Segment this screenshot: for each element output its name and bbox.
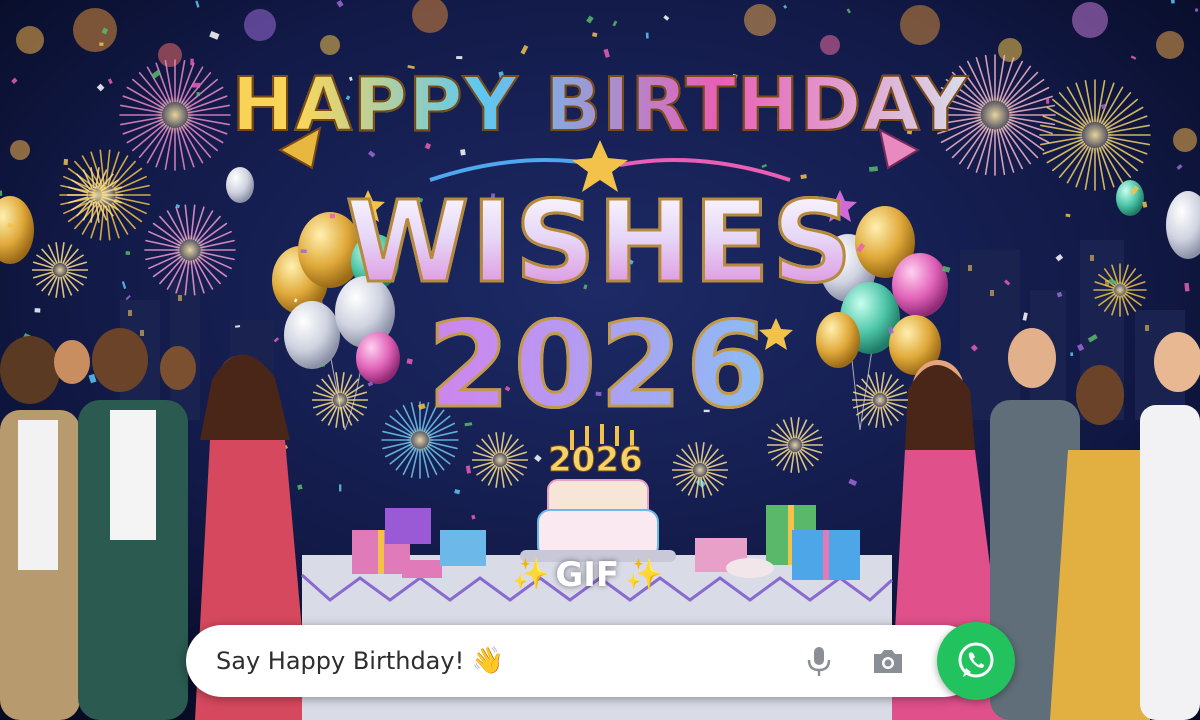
whatsapp-icon (958, 642, 994, 678)
whatsapp-send-button[interactable] (937, 622, 1015, 700)
waving-hand-emoji: 👋 (471, 646, 505, 676)
sparkle-icon: ✨ (512, 557, 550, 592)
message-input[interactable]: Say Happy Birthday! 👋 (216, 645, 836, 677)
gif-badge: ✨ GIF ✨ (512, 555, 663, 595)
sparkle-icon: ✨ (625, 557, 663, 592)
headline-wishes: WISHES (0, 177, 1200, 310)
camera-icon[interactable] (870, 643, 906, 679)
headline-happy-birthday: HAPPY BIRTHDAY (0, 61, 1200, 149)
microphone-icon[interactable] (801, 643, 837, 679)
gif-label: GIF (555, 555, 620, 595)
message-input-text: Say Happy Birthday! (216, 647, 465, 675)
headline-year: 2026 (0, 295, 1200, 436)
message-input-bar[interactable]: Say Happy Birthday! 👋 (186, 625, 980, 697)
cake-topper-number: 2026 (548, 440, 644, 481)
